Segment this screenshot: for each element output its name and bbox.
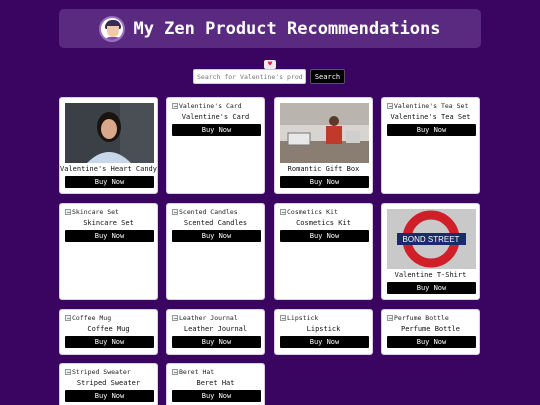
- product-name: Romantic Gift Box: [287, 165, 360, 173]
- product-name: Perfume Bottle: [400, 325, 460, 333]
- image-alt-text: Skincare Set: [72, 208, 119, 216]
- image-alt-text: Striped Sweater: [72, 368, 131, 376]
- broken-image-icon: [65, 209, 71, 215]
- svg-text:BOND STREET: BOND STREET: [403, 235, 460, 244]
- product-name: Beret Hat: [196, 379, 235, 387]
- broken-image-icon: [65, 369, 71, 375]
- buy-now-button[interactable]: Buy Now: [387, 124, 476, 136]
- product-name: Scented Candles: [183, 219, 248, 227]
- product-card: Perfume Bottle Perfume Bottle Buy Now: [381, 309, 480, 355]
- broken-image-alt: Cosmetics Kit: [280, 208, 338, 216]
- buy-now-button[interactable]: Buy Now: [65, 176, 154, 188]
- buy-now-button[interactable]: Buy Now: [172, 124, 261, 136]
- buy-now-button[interactable]: Buy Now: [387, 336, 476, 348]
- product-name: Leather Journal: [183, 325, 248, 333]
- product-name: Valentine's Tea Set: [390, 113, 471, 121]
- buy-now-button[interactable]: Buy Now: [172, 390, 261, 402]
- product-card: Skincare Set Skincare Set Buy Now: [59, 203, 158, 300]
- product-card: Beret Hat Beret Hat Buy Now: [166, 363, 265, 405]
- broken-image-alt: Leather Journal: [172, 314, 238, 322]
- broken-image-icon: [172, 315, 178, 321]
- broken-image-icon: [172, 209, 178, 215]
- product-name: Striped Sweater: [76, 379, 141, 387]
- image-alt-text: Coffee Mug: [72, 314, 112, 322]
- product-grid: Valentine's Heart Candy Buy Now Valentine'…: [0, 0, 540, 405]
- broken-image-alt: Valentine's Tea Set: [387, 102, 468, 110]
- buy-now-button[interactable]: Buy Now: [65, 230, 154, 242]
- broken-image-icon: [280, 315, 286, 321]
- product-card: Coffee Mug Coffee Mug Buy Now: [59, 309, 158, 355]
- buy-now-button[interactable]: Buy Now: [172, 230, 261, 242]
- broken-image-alt: Valentine's Card: [172, 102, 242, 110]
- product-name: Cosmetics Kit: [296, 219, 351, 227]
- product-card: Leather Journal Leather Journal Buy Now: [166, 309, 265, 355]
- image-alt-text: Perfume Bottle: [394, 314, 449, 322]
- product-card: Cosmetics Kit Cosmetics Kit Buy Now: [274, 203, 373, 300]
- broken-image-alt: Lipstick: [280, 314, 318, 322]
- image-alt-text: Valentine's Tea Set: [394, 102, 469, 110]
- broken-image-icon: [172, 103, 178, 109]
- buy-now-button[interactable]: Buy Now: [387, 282, 476, 294]
- buy-now-button[interactable]: Buy Now: [172, 336, 261, 348]
- broken-image-alt: Skincare Set: [65, 208, 119, 216]
- buy-now-button[interactable]: Buy Now: [280, 336, 369, 348]
- product-image-shop: [280, 103, 369, 163]
- product-card: Romantic Gift Box Buy Now: [274, 97, 373, 194]
- broken-image-icon: [172, 369, 178, 375]
- broken-image-icon: [387, 103, 393, 109]
- broken-image-alt: Striped Sweater: [65, 368, 131, 376]
- image-alt-text: Valentine's Card: [179, 102, 242, 110]
- product-name: Valentine T-Shirt: [394, 271, 467, 279]
- buy-now-button[interactable]: Buy Now: [280, 176, 369, 188]
- buy-now-button[interactable]: Buy Now: [65, 336, 154, 348]
- product-name: Valentine's Card: [181, 113, 250, 121]
- broken-image-alt: Coffee Mug: [65, 314, 111, 322]
- broken-image-alt: Beret Hat: [172, 368, 214, 376]
- broken-image-alt: Scented Candles: [172, 208, 238, 216]
- broken-image-icon: [280, 209, 286, 215]
- product-card: Scented Candles Scented Candles Buy Now: [166, 203, 265, 300]
- product-card: BOND STREET Valentine T-Shirt Buy Now: [381, 203, 480, 300]
- image-alt-text: Beret Hat: [179, 368, 215, 376]
- image-alt-text: Lipstick: [287, 314, 319, 322]
- broken-image-alt: Perfume Bottle: [387, 314, 449, 322]
- broken-image-icon: [65, 315, 71, 321]
- image-alt-text: Cosmetics Kit: [287, 208, 338, 216]
- product-card: Striped Sweater Striped Sweater Buy Now: [59, 363, 158, 405]
- product-name: Valentine's Heart Candy: [60, 165, 157, 173]
- product-card: Valentine's Card Valentine's Card Buy Now: [166, 97, 265, 194]
- broken-image-icon: [387, 315, 393, 321]
- buy-now-button[interactable]: Buy Now: [65, 390, 154, 402]
- buy-now-button[interactable]: Buy Now: [280, 230, 369, 242]
- image-alt-text: Leather Journal: [179, 314, 238, 322]
- image-alt-text: Scented Candles: [179, 208, 238, 216]
- product-image-portrait: [65, 103, 154, 163]
- product-card: Valentine's Tea Set Valentine's Tea Set Bu…: [381, 97, 480, 194]
- product-card: Lipstick Lipstick Buy Now: [274, 309, 373, 355]
- product-name: Coffee Mug: [87, 325, 130, 333]
- product-card: Valentine's Heart Candy Buy Now: [59, 97, 158, 194]
- product-name: Lipstick: [306, 325, 341, 333]
- product-image-sign: BOND STREET: [387, 209, 476, 269]
- product-name: Skincare Set: [83, 219, 134, 227]
